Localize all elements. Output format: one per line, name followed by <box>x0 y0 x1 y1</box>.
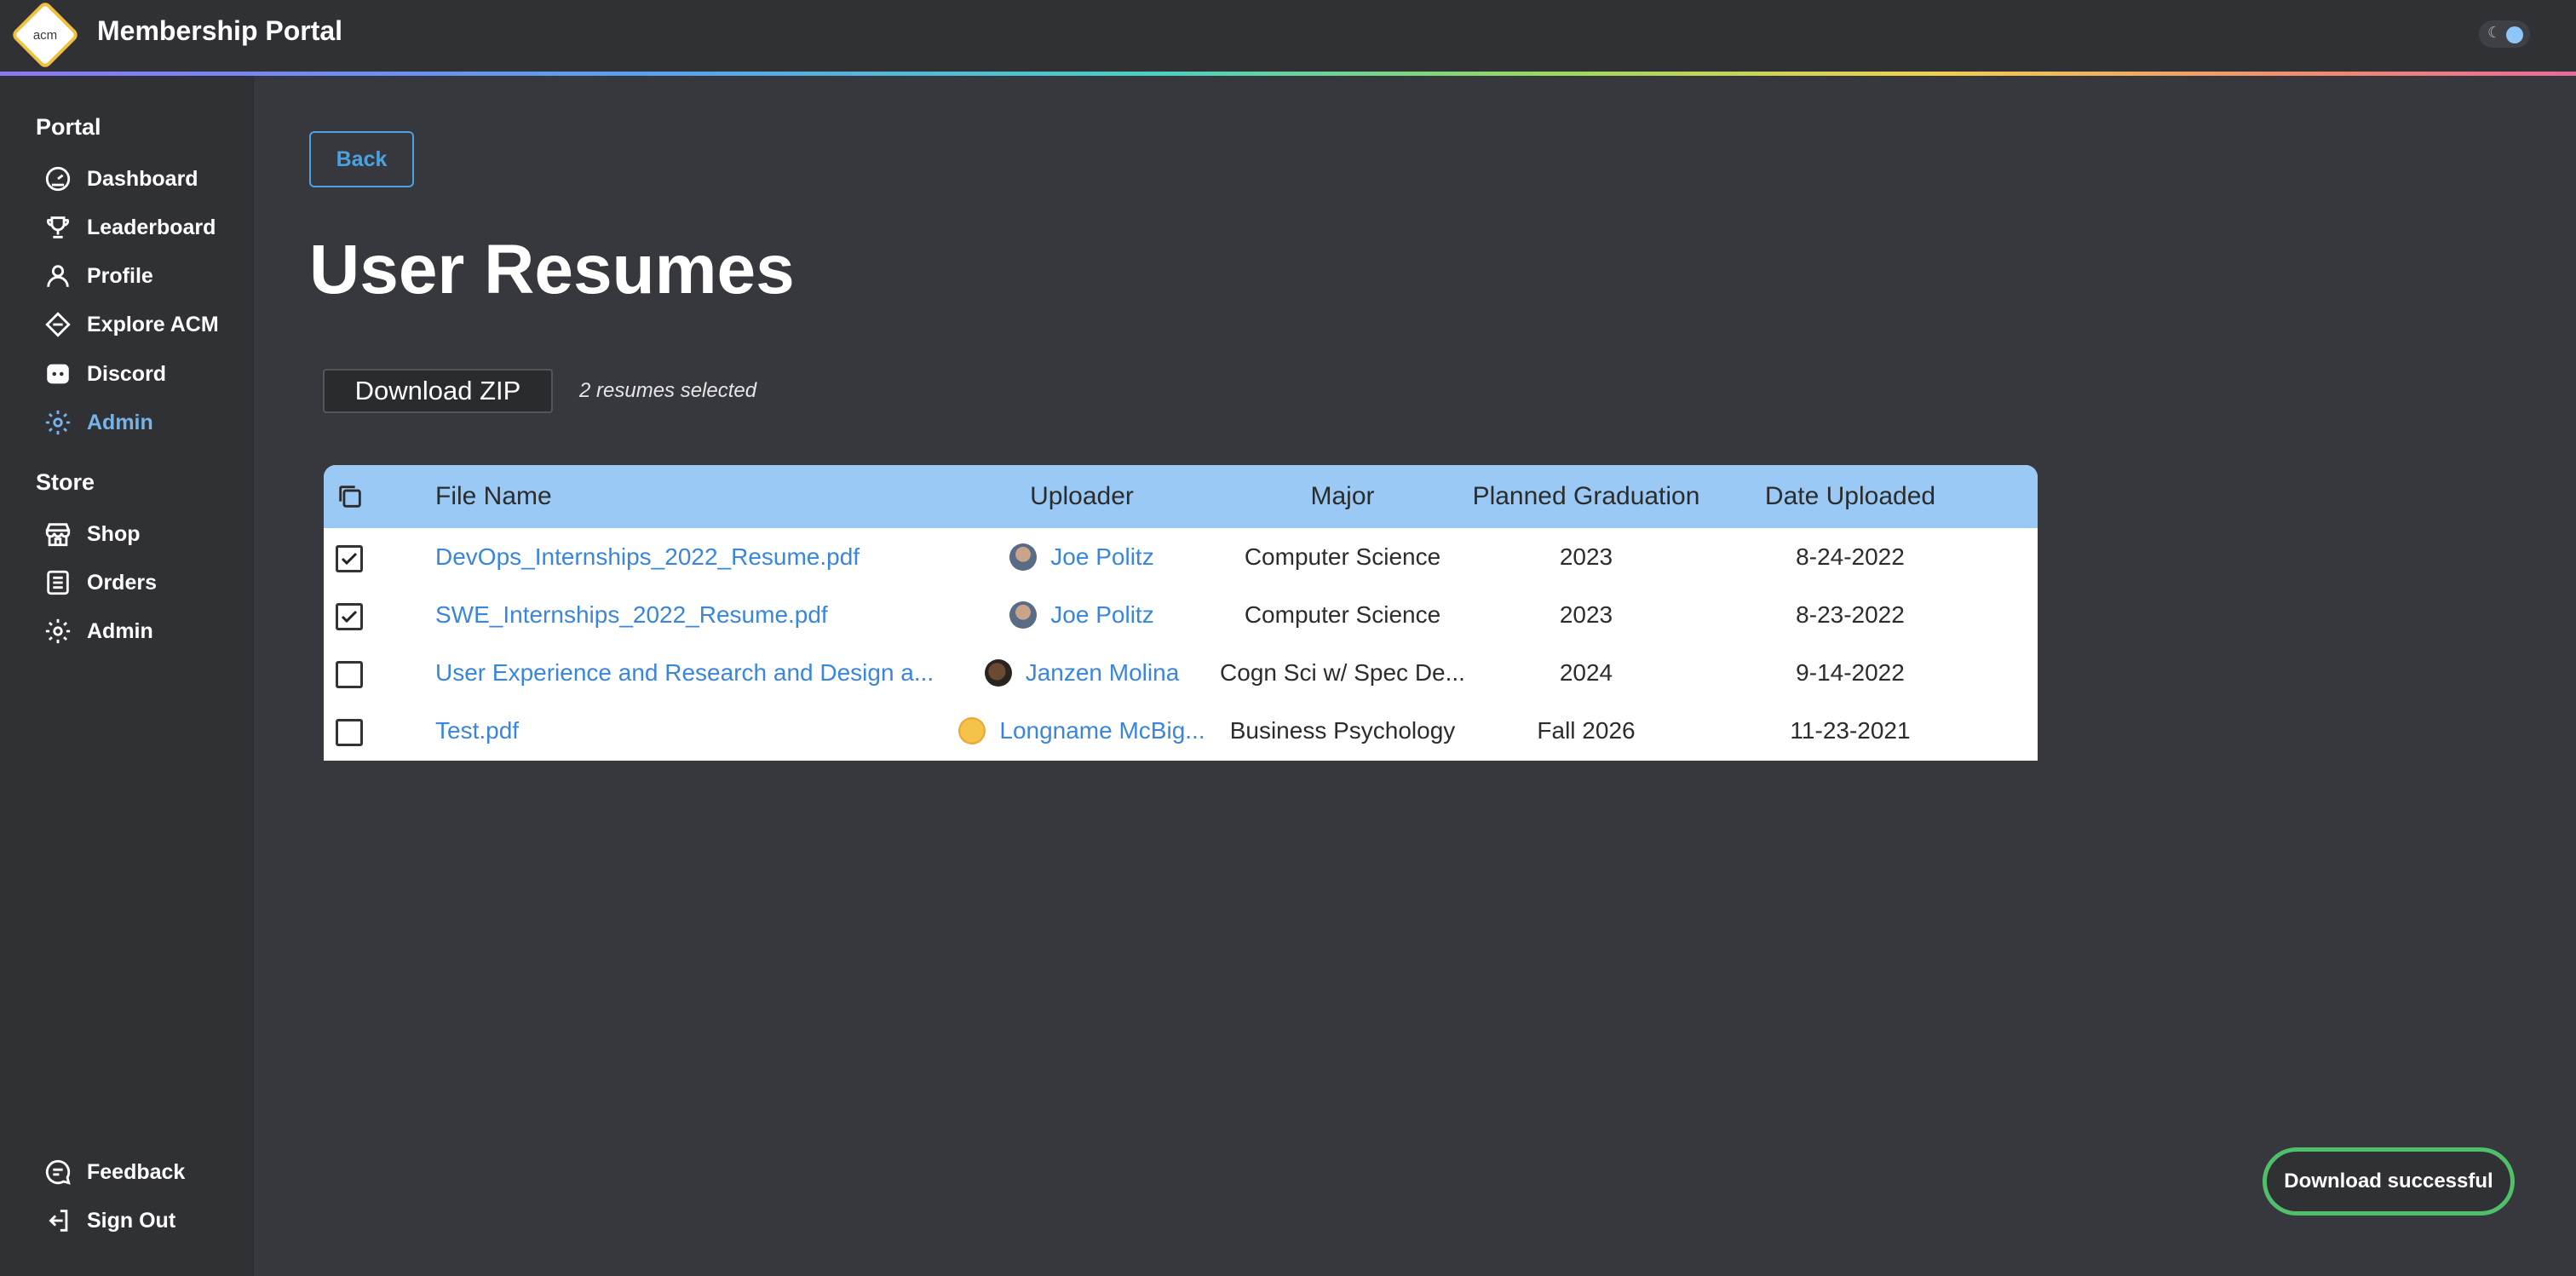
date-uploaded-cell: 8-23-2022 <box>1796 601 1905 628</box>
sidebar-item-dashboard[interactable]: Dashboard <box>41 162 198 196</box>
sidebar-item-store-admin[interactable]: Admin <box>41 614 153 648</box>
download-success-toast: Download successful <box>2263 1147 2515 1216</box>
column-header-date-uploaded[interactable]: Date Uploaded <box>1722 465 1978 528</box>
checkmark-icon <box>341 552 358 566</box>
sidebar-item-label: Shop <box>87 521 141 546</box>
sidebar-item-admin[interactable]: Admin <box>41 405 153 440</box>
theme-toggle[interactable]: ☾ <box>2479 20 2530 48</box>
checkmark-icon <box>341 610 358 624</box>
column-header-file-name[interactable]: File Name <box>435 465 552 528</box>
uploader-cell[interactable]: Longname McBig... <box>954 702 1210 760</box>
rainbow-divider <box>0 72 2576 76</box>
chat-bubble-icon <box>41 1155 75 1189</box>
sign-out-icon <box>41 1204 75 1238</box>
sidebar-item-explore-acm[interactable]: Explore ACM <box>41 308 219 342</box>
resumes-table: File Name Uploader Major Planned Graduat… <box>324 465 2038 761</box>
uploader-link[interactable]: Janzen Molina <box>1026 659 1180 687</box>
row-checkbox[interactable] <box>336 661 363 688</box>
dashboard-gauge-icon <box>41 162 75 196</box>
avatar <box>984 659 1012 687</box>
row-checkbox[interactable] <box>336 719 363 746</box>
discord-icon <box>41 357 75 391</box>
toggle-knob <box>2506 26 2523 43</box>
avatar <box>1009 601 1038 629</box>
sidebar-item-leaderboard[interactable]: Leaderboard <box>41 210 216 244</box>
sidebar-item-label: Discord <box>87 361 167 386</box>
major-cell: Computer Science <box>1244 601 1441 628</box>
logo-text: acm <box>32 27 58 43</box>
sidebar-item-sign-out[interactable]: Sign Out <box>41 1204 175 1238</box>
major-cell: Cogn Sci w/ Spec De... <box>1220 659 1465 686</box>
date-uploaded-cell: 11-23-2021 <box>1790 717 1911 744</box>
graduation-cell: Fall 2026 <box>1537 717 1636 744</box>
gear-icon <box>41 405 75 440</box>
uploader-cell[interactable]: Janzen Molina <box>954 644 1210 702</box>
column-header-uploader[interactable]: Uploader <box>954 465 1210 528</box>
top-bar: acm Membership Portal ☾ <box>0 0 2576 72</box>
table-row: SWE_Internships_2022_Resume.pdf Joe Poli… <box>324 586 2038 644</box>
sidebar-item-profile[interactable]: Profile <box>41 259 153 293</box>
table-row: Test.pdf Longname McBig... Business Psyc… <box>324 702 2038 760</box>
sidebar-item-label: Admin <box>87 618 153 643</box>
table-row: User Experience and Research and Design … <box>324 644 2038 702</box>
graduation-cell: 2024 <box>1559 659 1613 686</box>
selection-status: 2 resumes selected <box>579 379 757 402</box>
column-header-planned-graduation[interactable]: Planned Graduation <box>1458 465 1714 528</box>
diamond-icon <box>41 308 75 342</box>
gear-icon <box>41 614 75 648</box>
row-checkbox[interactable] <box>336 603 363 630</box>
sidebar-item-label: Profile <box>87 263 153 288</box>
back-button[interactable]: Back <box>309 131 414 187</box>
graduation-cell: 2023 <box>1559 543 1613 570</box>
sidebar-heading-portal: Portal <box>36 114 101 140</box>
table-row: DevOps_Internships_2022_Resume.pdf Joe P… <box>324 528 2038 586</box>
sidebar-item-label: Dashboard <box>87 166 198 191</box>
column-header-major[interactable]: Major <box>1227 465 1458 528</box>
avatar <box>958 717 986 744</box>
user-icon <box>41 259 75 293</box>
date-uploaded-cell: 8-24-2022 <box>1796 543 1905 570</box>
major-cell: Business Psychology <box>1229 717 1456 744</box>
sidebar-item-label: Orders <box>87 570 157 595</box>
table-header: File Name Uploader Major Planned Graduat… <box>324 465 2038 528</box>
download-zip-button[interactable]: Download ZIP <box>323 369 553 413</box>
page-title: User Resumes <box>309 231 795 308</box>
store-icon <box>41 517 75 551</box>
sidebar-item-label: Leaderboard <box>87 215 216 239</box>
uploader-link[interactable]: Joe Politz <box>1050 543 1153 571</box>
major-cell: Computer Science <box>1244 543 1441 570</box>
sidebar-item-orders[interactable]: Orders <box>41 566 157 600</box>
file-name-link[interactable]: User Experience and Research and Design … <box>435 644 934 702</box>
uploader-link[interactable]: Longname McBig... <box>999 717 1205 744</box>
sidebar: Portal Dashboard Leaderboard Profile Exp… <box>0 76 254 1276</box>
file-name-link[interactable]: SWE_Internships_2022_Resume.pdf <box>435 586 828 644</box>
moon-icon: ☾ <box>2487 24 2502 42</box>
sidebar-item-label: Explore ACM <box>87 312 219 336</box>
avatar <box>1009 543 1038 571</box>
list-icon <box>41 566 75 600</box>
select-all-icon[interactable] <box>336 465 366 528</box>
uploader-link[interactable]: Joe Politz <box>1050 601 1153 629</box>
graduation-cell: 2023 <box>1559 601 1613 628</box>
row-checkbox[interactable] <box>336 545 363 572</box>
file-name-link[interactable]: Test.pdf <box>435 702 519 760</box>
sidebar-item-label: Sign Out <box>87 1208 176 1233</box>
sidebar-item-discord[interactable]: Discord <box>41 357 166 391</box>
file-name-link[interactable]: DevOps_Internships_2022_Resume.pdf <box>435 528 860 586</box>
app-title: Membership Portal <box>97 15 343 46</box>
uploader-cell[interactable]: Joe Politz <box>954 528 1210 586</box>
sidebar-item-shop[interactable]: Shop <box>41 517 141 551</box>
uploader-cell[interactable]: Joe Politz <box>954 586 1210 644</box>
date-uploaded-cell: 9-14-2022 <box>1796 659 1905 686</box>
trophy-icon <box>41 210 75 244</box>
sidebar-item-feedback[interactable]: Feedback <box>41 1155 185 1189</box>
sidebar-heading-store: Store <box>36 469 95 495</box>
sidebar-item-label: Feedback <box>87 1159 186 1184</box>
sidebar-item-label: Admin <box>87 410 153 434</box>
